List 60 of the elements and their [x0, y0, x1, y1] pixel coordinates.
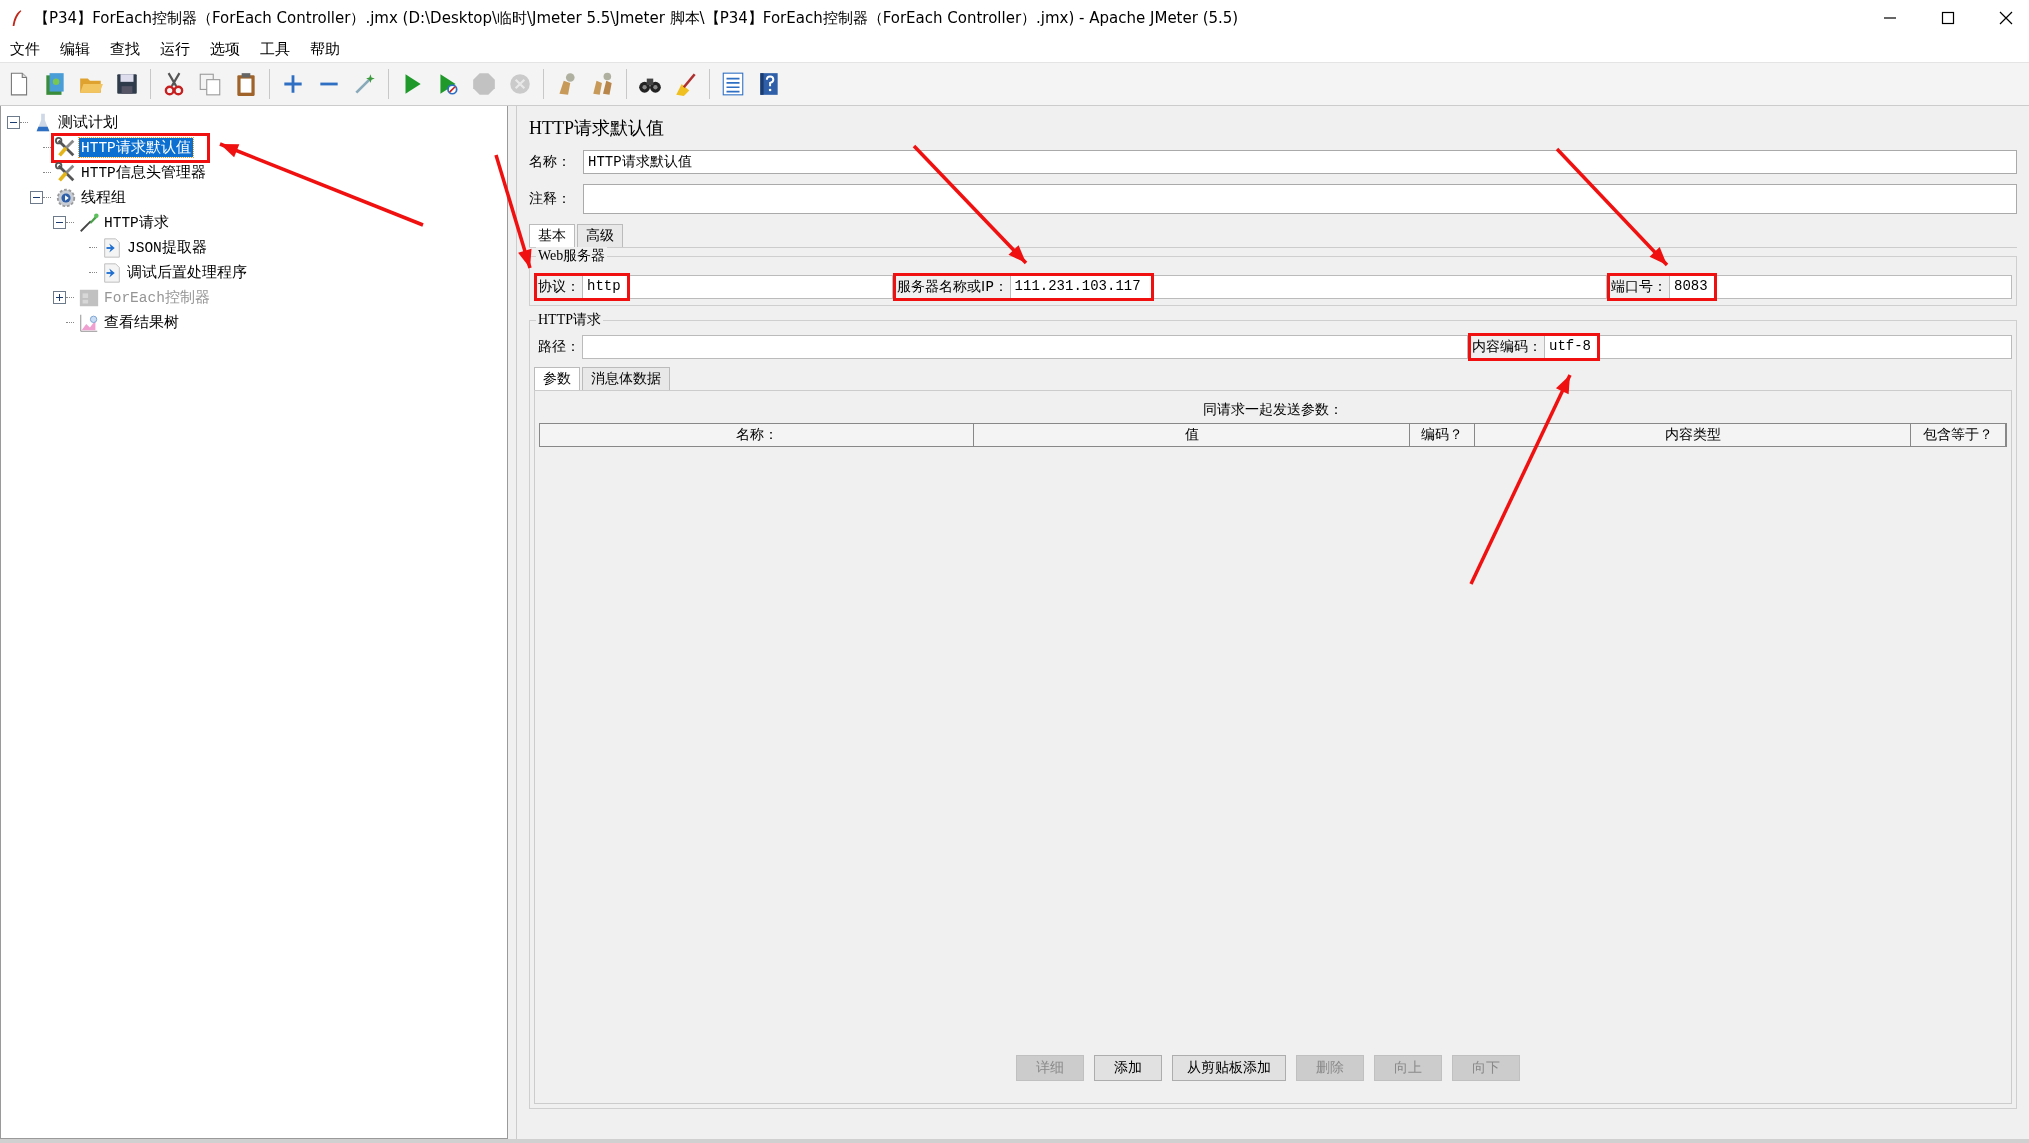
column-header[interactable]: 包含等于？: [1911, 424, 2006, 446]
tree-item[interactable]: HTTP请求: [102, 213, 171, 232]
tree-item[interactable]: 测试计划: [56, 113, 120, 132]
field-label: 注释：: [529, 190, 572, 208]
feather-icon: [10, 8, 24, 28]
tab[interactable]: 参数: [534, 367, 580, 390]
tab[interactable]: 高级: [577, 224, 623, 247]
list-icon[interactable]: [720, 71, 746, 97]
input-field[interactable]: 8083: [1669, 275, 2012, 299]
copy-icon[interactable]: [197, 71, 223, 97]
field-label: 内容编码：: [1472, 338, 1543, 356]
menu-item[interactable]: 帮助: [308, 39, 342, 59]
group-title: Web服务器: [536, 247, 608, 265]
column-header[interactable]: 值: [974, 424, 1411, 446]
menu-item[interactable]: 编辑: [58, 39, 92, 59]
collapse-icon[interactable]: [30, 191, 43, 204]
group-title: HTTP请求: [536, 311, 603, 329]
field-label: 路径：: [538, 338, 581, 356]
field-label: 协议：: [538, 278, 581, 296]
input-field[interactable]: http: [582, 275, 893, 299]
window-title: 【P34】ForEach控制器（ForEach Controller）.jmx (D:\Desktop\临时\Jmeter 5.5\Jmeter 脚本\【P34】ForEach控制器（ForEach Controller）.jmx) - Apache JMeter (5.5): [34, 8, 1239, 28]
comment-field[interactable]: [583, 184, 2017, 214]
column-header[interactable]: 名称：: [540, 424, 975, 446]
menu-item[interactable]: 选项: [208, 39, 242, 59]
document-arrow-icon: [101, 261, 123, 284]
table-caption: 同请求一起发送参数：: [1202, 401, 1344, 419]
collapse-icon[interactable]: [53, 216, 66, 229]
tree-item[interactable]: 调试后置处理程序: [125, 263, 249, 282]
input-field[interactable]: utf-8: [1544, 335, 2012, 359]
close-icon[interactable]: [1999, 11, 2013, 25]
field-label: 端口号：: [1611, 278, 1668, 296]
document-arrow-icon: [101, 236, 123, 259]
column-header[interactable]: 编码？: [1410, 424, 1476, 446]
input-field[interactable]: 111.231.103.117: [1009, 275, 1607, 299]
tab[interactable]: 消息体数据: [582, 367, 670, 390]
collapse-icon[interactable]: [7, 116, 20, 129]
tree-item[interactable]: JSON提取器: [125, 238, 209, 257]
menu-item[interactable]: 文件: [8, 39, 42, 59]
tree-item[interactable]: HTTP信息头管理器: [79, 163, 208, 182]
menu-item[interactable]: 查找: [108, 39, 142, 59]
field-label: 名称：: [529, 153, 572, 171]
panel-title: HTTP请求默认值: [529, 117, 665, 140]
menu-item[interactable]: 工具: [258, 39, 292, 59]
column-header[interactable]: 内容类型: [1475, 424, 1912, 446]
tab[interactable]: 基本: [529, 224, 575, 247]
action-button[interactable]: 添加: [1094, 1055, 1162, 1081]
gear-icon: [55, 186, 77, 209]
maximize-icon[interactable]: [1941, 11, 1955, 25]
action-button[interactable]: 从剪贴板添加: [1172, 1055, 1286, 1081]
field-label: 服务器名称或IP：: [897, 278, 1009, 296]
tree-item[interactable]: 线程组: [79, 188, 128, 207]
tree-item[interactable]: HTTP请求默认值: [79, 138, 193, 157]
save-icon[interactable]: [114, 71, 140, 97]
input-field[interactable]: [582, 335, 1468, 359]
menu-item[interactable]: 运行: [158, 39, 192, 59]
tree-item[interactable]: 查看结果树: [102, 313, 181, 332]
name-field[interactable]: HTTP请求默认值: [583, 150, 2017, 174]
wrench-screwdriver-icon: [55, 136, 77, 159]
pipette-icon: [78, 211, 100, 234]
wrench-screwdriver-icon: [55, 161, 77, 184]
